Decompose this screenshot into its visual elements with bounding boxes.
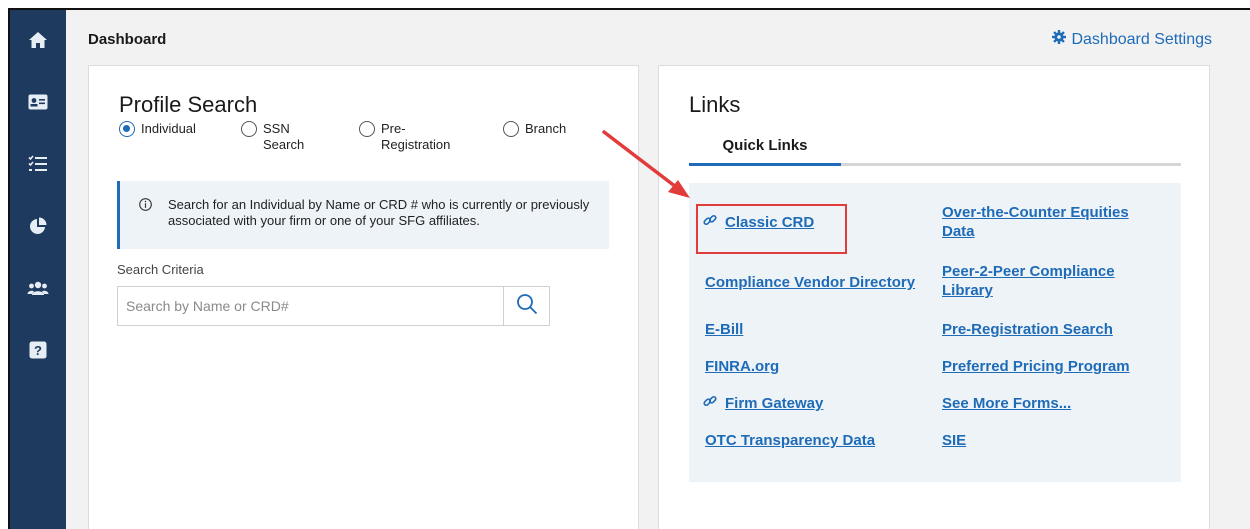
link-finra-org[interactable]: FINRA.org <box>705 357 779 376</box>
link-compliance-vendor-directory[interactable]: Compliance Vendor Directory <box>705 273 915 292</box>
search-box <box>117 286 550 326</box>
links-title: Links <box>689 92 741 117</box>
radio-button-selected <box>119 121 135 137</box>
radio-branch[interactable]: Branch <box>503 121 566 137</box>
search-type-radio-group: Individual SSN Search Pre- Registration Br… <box>119 121 599 161</box>
radio-label: Individual <box>141 121 196 136</box>
radio-ssn-search[interactable]: SSN Search <box>241 121 304 153</box>
profile-search-card: Profile Search Individual SSN Search Pre-… <box>88 65 639 529</box>
link-pre-registration-search[interactable]: Pre-Registration Search <box>942 320 1113 339</box>
info-icon <box>139 198 152 214</box>
search-input[interactable] <box>118 287 503 325</box>
chain-link-icon <box>703 394 717 413</box>
link-preferred-pricing-program[interactable]: Preferred Pricing Program <box>942 357 1130 376</box>
link-otc-transparency-data[interactable]: OTC Transparency Data <box>705 431 875 450</box>
pie-chart-icon[interactable] <box>10 208 66 244</box>
chain-link-icon <box>703 213 717 232</box>
info-box: Search for an Individual by Name or CRD … <box>117 181 609 249</box>
gear-icon <box>1052 30 1067 49</box>
id-card-icon[interactable] <box>10 84 66 120</box>
search-button[interactable] <box>503 287 549 325</box>
info-text: Search for an Individual by Name or CRD … <box>168 197 590 228</box>
link-otc-equities-data[interactable]: Over-the-Counter Equities Data <box>942 203 1129 241</box>
link-sie[interactable]: SIE <box>942 431 966 450</box>
search-criteria-label: Search Criteria <box>117 262 204 277</box>
radio-individual[interactable]: Individual <box>119 121 196 137</box>
radio-label: SSN Search <box>263 121 305 152</box>
sidebar: ? <box>10 10 66 529</box>
checklist-icon[interactable] <box>10 146 66 182</box>
link-e-bill[interactable]: E-Bill <box>705 320 743 339</box>
tab-active-indicator <box>689 163 841 166</box>
help-icon[interactable]: ? <box>10 332 66 368</box>
link-peer-2-peer-compliance-library[interactable]: Peer-2-Peer Compliance Library <box>942 262 1115 300</box>
home-icon[interactable] <box>10 22 66 58</box>
svg-text:?: ? <box>34 343 42 358</box>
radio-label: Branch <box>525 121 567 136</box>
radio-button <box>359 121 375 137</box>
radio-label: Pre- Registration <box>381 121 451 152</box>
link-firm-gateway[interactable]: Firm Gateway <box>703 394 823 413</box>
radio-button <box>503 121 519 137</box>
app-frame: ? Dashboard Dashboard Settings Profile S… <box>8 8 1250 529</box>
link-classic-crd[interactable]: Classic CRD <box>703 213 814 232</box>
tab-quick-links[interactable]: Quick Links <box>689 134 841 166</box>
quick-links-panel: Classic CRD Compliance Vendor Directory … <box>689 183 1181 482</box>
users-icon[interactable] <box>10 270 66 306</box>
dashboard-settings-label: Dashboard Settings <box>1071 30 1212 48</box>
links-card: Links Quick Links Classic CRD Compliance… <box>658 65 1210 529</box>
profile-search-title: Profile Search <box>119 92 258 117</box>
dashboard-settings-link[interactable]: Dashboard Settings <box>1052 30 1212 49</box>
radio-pre-registration[interactable]: Pre- Registration <box>359 121 450 153</box>
page-title: Dashboard <box>88 31 167 48</box>
top-bar: Dashboard Dashboard Settings <box>66 10 1250 66</box>
radio-button <box>241 121 257 137</box>
search-icon <box>516 293 538 320</box>
link-see-more-forms[interactable]: See More Forms... <box>942 394 1071 413</box>
